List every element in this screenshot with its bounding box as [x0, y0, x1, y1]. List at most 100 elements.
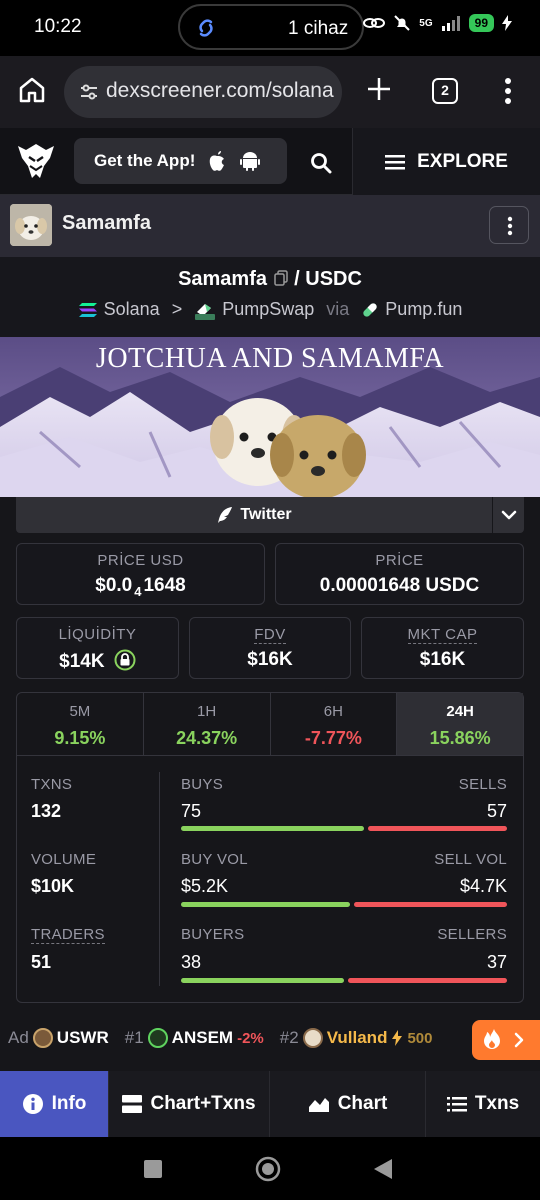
buy-vol-bar: [181, 902, 350, 907]
dexscreener-logo-icon[interactable]: [16, 140, 56, 182]
pill-text: 1 cihaz: [288, 18, 349, 39]
back-icon[interactable]: [374, 1159, 392, 1179]
list-icon: [446, 1097, 467, 1112]
timeframe-tabs: 5M 9.15% 1H 24.37% 6H -7.77% 24H 15.86%: [16, 692, 524, 756]
tab-5m-change: 9.15%: [54, 728, 106, 748]
status-bar: 10:22 1 cihaz 5G 99: [0, 0, 540, 56]
trending-2-symbol[interactable]: Vulland: [327, 1028, 388, 1048]
tab-6h-change: -7.77%: [304, 728, 362, 748]
trending-1-symbol[interactable]: ANSEM: [172, 1028, 233, 1048]
socials-row: Twitter: [16, 497, 524, 533]
buys-bar: [181, 826, 364, 831]
liquidity-box: LİQUİDİTY $14K: [16, 617, 179, 679]
url-text[interactable]: dexscreener.com/solana: [106, 79, 334, 103]
chain-link[interactable]: Solana: [104, 299, 160, 320]
battery-badge: 99: [468, 14, 494, 32]
mute-bell-icon: [394, 15, 411, 31]
price-label: PRİCE: [375, 552, 424, 569]
liquidity-label: LİQUİDİTY: [58, 626, 137, 643]
tab-5m[interactable]: 5M 9.15%: [17, 693, 144, 755]
traders-label-text[interactable]: TRADERS: [31, 926, 105, 944]
route-arrow: >: [171, 299, 183, 319]
nav-info[interactable]: Info: [0, 1071, 109, 1137]
price-usd-zero-count: 4: [134, 583, 142, 599]
link-icon: [199, 19, 213, 37]
buyers-label: BUYERS: [181, 926, 245, 943]
twitter-label: Twitter: [240, 506, 292, 523]
more-vert-icon[interactable]: [500, 76, 516, 106]
signal-icon: [441, 16, 460, 31]
new-tab-icon[interactable]: [364, 74, 394, 104]
price-box: PRİCE 0.00001648 USDC: [275, 543, 524, 605]
pair-title: Samamfa / USDC: [0, 268, 540, 291]
tab-1h-label: 1H: [197, 703, 217, 720]
copy-icon[interactable]: [273, 270, 289, 286]
token-menu-button[interactable]: [489, 206, 529, 244]
nav-info-label: Info: [51, 1093, 87, 1114]
trade-stats: TXNS 132 BUYS 75 SELLS 57 VOLUME $10K BU…: [16, 756, 524, 1003]
sell-vol-label: SELL VOL: [434, 851, 507, 868]
connected-devices-pill[interactable]: 1 cihaz: [178, 4, 364, 50]
ad-symbol[interactable]: USWR: [57, 1028, 109, 1048]
chevron-down-icon: [501, 510, 517, 520]
nav-chart-txns[interactable]: Chart+Txns: [109, 1071, 270, 1137]
explore-button[interactable]: EXPLORE: [352, 128, 540, 195]
nav-chart-label: Chart: [337, 1093, 388, 1114]
fdv-label-text[interactable]: FDV: [254, 626, 286, 644]
hamburger-icon: [385, 154, 406, 169]
fdv-label: FDV: [190, 626, 350, 644]
sells-label: SELLS: [458, 776, 507, 793]
split-view-icon: [122, 1095, 143, 1113]
site-header: Get the App! EXPLORE: [0, 128, 540, 195]
pair-quote: USDC: [305, 268, 362, 290]
feather-icon: [218, 507, 233, 523]
tab-switcher-button[interactable]: 2: [432, 78, 458, 104]
explore-label: EXPLORE: [417, 150, 508, 172]
get-app-button[interactable]: Get the App!: [74, 138, 287, 184]
fdv-value: $16K: [247, 649, 293, 670]
buyers-value: 38: [181, 952, 202, 972]
pill-icon: [363, 302, 377, 317]
sellers-label: SELLERS: [437, 926, 507, 943]
price-value: 0.00001648 USDC: [319, 575, 480, 596]
search-icon[interactable]: [310, 152, 332, 174]
socials-expand-button[interactable]: [492, 497, 524, 533]
boost-icon: [392, 1030, 403, 1046]
tab-24h-label: 24H: [446, 703, 474, 720]
tab-1h-change: 24.37%: [176, 728, 238, 748]
sells-bar: [368, 826, 507, 831]
sellers-bar: [348, 978, 507, 983]
pair-route: Solana > PumpSwap via Pump.fun: [0, 299, 540, 320]
dex-link[interactable]: PumpSwap: [222, 299, 314, 320]
system-nav-bar: [0, 1137, 540, 1200]
twitter-button[interactable]: Twitter: [16, 497, 492, 533]
url-bar[interactable]: dexscreener.com/solana: [64, 66, 342, 118]
tab-6h[interactable]: 6H -7.77%: [271, 693, 398, 755]
pair-info: Samamfa / USDC Solana > PumpSwap via Pum…: [0, 257, 540, 337]
status-icons: 5G 99: [363, 14, 512, 32]
mktcap-box: MKT CAP $16K: [361, 617, 524, 679]
get-app-label: Get the App!: [94, 151, 196, 170]
home-icon[interactable]: [16, 74, 48, 106]
nav-chart[interactable]: Chart: [270, 1071, 426, 1137]
price-usd-box: PRİCE USD $0.0 4 1648: [16, 543, 265, 605]
lock-icon[interactable]: [114, 649, 136, 671]
nav-txns[interactable]: Txns: [426, 1071, 540, 1137]
site-settings-icon[interactable]: [78, 81, 100, 103]
bottom-nav: Info Chart+Txns Chart Txns: [0, 1071, 540, 1137]
home-button-icon[interactable]: [255, 1156, 281, 1182]
mktcap-label-text[interactable]: MKT CAP: [407, 626, 478, 644]
trending-2-rank: #2: [279, 1028, 299, 1047]
price-usd-digits: 1648: [143, 575, 186, 596]
trending-button[interactable]: [472, 1020, 540, 1060]
pair-separator: /: [294, 268, 300, 290]
apple-icon: [210, 151, 225, 171]
tab-1h[interactable]: 1H 24.37%: [144, 693, 271, 755]
recents-icon[interactable]: [144, 1160, 162, 1178]
token-name: Samamfa: [62, 212, 151, 234]
sell-vol-bar: [354, 902, 507, 907]
tab-24h[interactable]: 24H 15.86%: [397, 693, 523, 755]
clock: 10:22: [34, 16, 82, 37]
launchpad-link[interactable]: Pump.fun: [385, 299, 462, 320]
sell-vol-value: $4.7K: [459, 876, 507, 896]
